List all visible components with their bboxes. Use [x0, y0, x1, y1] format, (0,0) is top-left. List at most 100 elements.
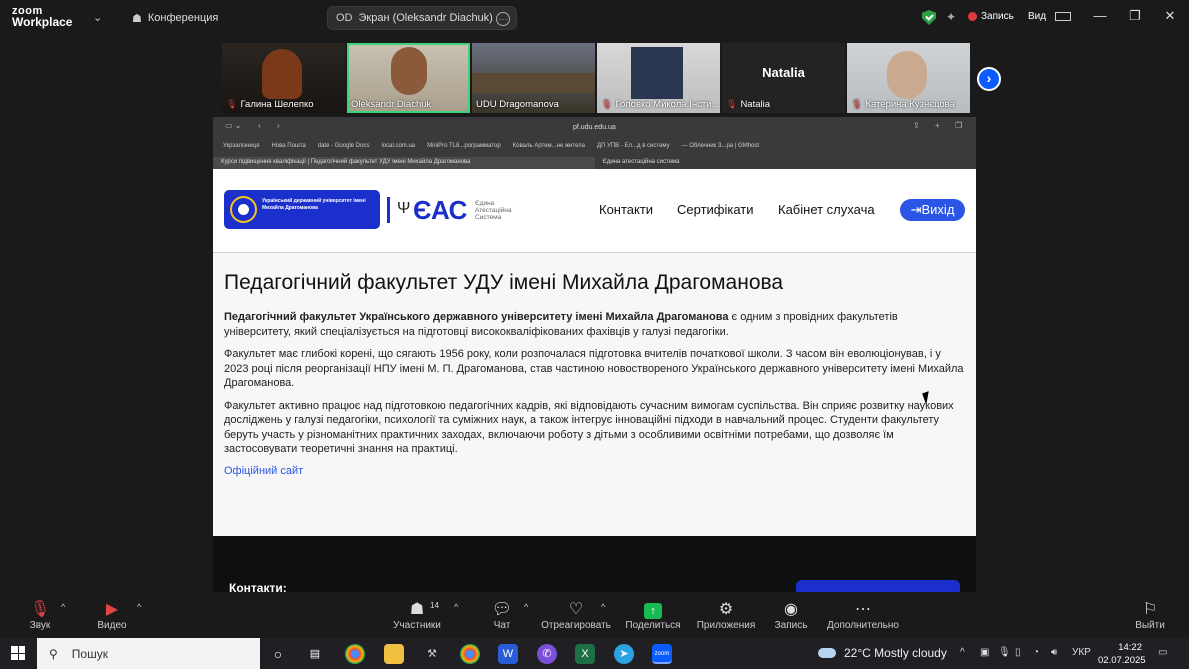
tray-app-icon[interactable]: ▣: [980, 647, 989, 658]
participant-tile-active-speaker[interactable]: Oleksandr Diachuk: [347, 43, 470, 113]
tray-chevron-icon[interactable]: ^: [960, 647, 965, 658]
share-icon[interactable]: ⇪: [913, 121, 920, 130]
bookmarks-bar: Укрзалізниця Нова Пошта date - Google Do…: [223, 143, 759, 149]
browser-toolbar: ▭ ⌄ ‹ › ⇪ + ❐ pf.udu.edu.ua Укрзалізниця…: [213, 117, 976, 169]
eas-logo[interactable]: ЄАС: [413, 195, 467, 226]
sidebar-icon[interactable]: ▭ ⌄: [225, 121, 241, 130]
leave-button[interactable]: ⚐ Выйти: [1125, 600, 1175, 631]
site-footer: Контакти:: [213, 536, 976, 592]
logout-button[interactable]: ⇥Вихід: [900, 199, 965, 221]
participant-label: 🎙︎ Галина Шелепко: [226, 99, 314, 110]
bookmark-item[interactable]: ДП УПВ - Ел...д в систему: [597, 143, 670, 149]
forward-icon[interactable]: ›: [277, 121, 280, 130]
taskbar-search[interactable]: ⚲ Пошук: [37, 638, 260, 669]
participant-tile[interactable]: 🎙︎ Головко Микола Інсти...: [597, 43, 720, 113]
official-site-link[interactable]: Офіційний сайт: [224, 465, 965, 477]
share-button[interactable]: ↑ Поделиться: [613, 600, 693, 631]
chat-button[interactable]: 💬︎ Чат: [477, 600, 527, 631]
restore-icon[interactable]: ❐: [1125, 8, 1145, 24]
weather-widget[interactable]: 22°C Mostly cloudy: [818, 646, 947, 660]
bookmark-item[interactable]: date - Google Docs: [318, 143, 370, 149]
bookmark-item[interactable]: local.com.ua: [381, 143, 415, 149]
tab-more-icon[interactable]: ···: [496, 12, 510, 26]
share-screen-icon: ↑: [644, 603, 662, 619]
back-icon[interactable]: ‹: [258, 121, 261, 130]
participant-name: Natalia: [740, 99, 771, 110]
react-label: Отреагировать: [541, 620, 611, 631]
record-button[interactable]: ◉ Запись: [766, 600, 816, 631]
more-button[interactable]: ⋯ Дополнительно: [818, 600, 908, 631]
zoom-taskbar-icon[interactable]: zoom: [652, 644, 672, 664]
windows-start-icon[interactable]: [11, 646, 25, 660]
logo-bottom-text: Workplace: [12, 15, 73, 29]
apps-label: Приложения: [696, 620, 756, 631]
muted-mic-icon: 🎙︎: [726, 99, 738, 109]
chat-icon: 💬︎: [491, 601, 513, 618]
apps-button[interactable]: ⚙︎ Приложения: [686, 600, 766, 631]
sound-options-caret-icon[interactable]: ^: [61, 602, 65, 612]
nav-contacts[interactable]: Контакти: [599, 202, 653, 217]
close-icon[interactable]: ✕: [1160, 8, 1180, 24]
sound-label: Звук: [29, 620, 51, 631]
video-button[interactable]: ▶︎ Видео: [87, 600, 137, 631]
participant-tile[interactable]: UDU Dragomanova: [472, 43, 595, 113]
tab-screen-share[interactable]: OD Экран (Oleksandr Diachuk): [327, 6, 517, 30]
logout-icon: ⇥: [910, 202, 922, 217]
bookmark-item[interactable]: Коваль Артем...не житела: [513, 143, 585, 149]
minimize-icon[interactable]: —: [1090, 8, 1110, 23]
video-options-caret-icon[interactable]: ^: [137, 602, 141, 612]
tabs-overview-icon[interactable]: ❐: [955, 121, 962, 130]
task-view-icon[interactable]: ○: [268, 644, 288, 664]
bookmark-item[interactable]: — Облечник З...ра | GMhost: [682, 143, 759, 149]
bookmark-item[interactable]: Нова Пошта: [271, 143, 305, 149]
muted-mic-icon: 🎙︎: [226, 99, 238, 109]
view-label: Вид: [1028, 11, 1047, 22]
participants-caret-icon[interactable]: ^: [454, 602, 458, 612]
udu-logo[interactable]: Український державний університет імені …: [224, 190, 380, 229]
participants-button[interactable]: ☗ Участники: [377, 600, 457, 631]
participant-name: Головко Микола Інсти...: [615, 99, 720, 110]
chevron-down-icon[interactable]: ⌄: [93, 11, 102, 24]
telegram-icon[interactable]: ➤: [614, 644, 634, 664]
notifications-icon[interactable]: ▭: [1158, 647, 1167, 658]
viber-icon[interactable]: ✆: [537, 644, 557, 664]
chrome-icon[interactable]: [345, 644, 365, 664]
taskbar-clock[interactable]: 14:22 02.07.2025: [1098, 641, 1146, 667]
browser-tab-active[interactable]: Курси підвищення кваліфікації | Педагогі…: [213, 157, 595, 169]
volume-icon[interactable]: 🔊︎: [1051, 647, 1057, 658]
tools-icon[interactable]: ⚒: [422, 644, 442, 664]
new-tab-icon[interactable]: +: [935, 121, 940, 130]
participant-video: [262, 49, 302, 99]
bookmark-item[interactable]: Укрзалізниця: [223, 143, 259, 149]
nav-student-cabinet[interactable]: Кабінет слухача: [778, 202, 875, 217]
participant-tile[interactable]: 🎙︎ Галина Шелепко: [222, 43, 345, 113]
sound-button[interactable]: 🎙︎ Звук: [15, 600, 65, 631]
react-caret-icon[interactable]: ^: [601, 602, 605, 612]
security-shield-icon[interactable]: [922, 10, 936, 25]
address-bar[interactable]: pf.udu.edu.ua: [573, 124, 616, 131]
view-button[interactable]: Вид: [1028, 11, 1071, 22]
footer-contacts-label: Контакти:: [229, 581, 287, 592]
tab-conference[interactable]: ☗ Конференция: [124, 6, 226, 30]
word-icon[interactable]: W: [498, 644, 518, 664]
chat-caret-icon[interactable]: ^: [524, 602, 528, 612]
recording-indicator[interactable]: Запись: [968, 11, 1014, 22]
wifi-icon[interactable]: ◔: [1033, 647, 1039, 658]
language-indicator[interactable]: УКР: [1072, 647, 1091, 658]
chrome-profile-icon[interactable]: [460, 644, 480, 664]
participant-tile[interactable]: Natalia 🎙︎ Natalia: [722, 43, 845, 113]
excel-icon[interactable]: X: [575, 644, 595, 664]
sparkle-icon[interactable]: ✦: [946, 10, 956, 24]
record-label: Запись: [981, 11, 1014, 22]
widgets-icon[interactable]: ▤: [305, 644, 325, 664]
browser-tab[interactable]: Єдина атестаційна система: [595, 157, 977, 169]
tray-mic-icon[interactable]: 🎙︎: [998, 647, 1011, 658]
next-participants-button[interactable]: ›: [977, 67, 1001, 91]
bookmark-item[interactable]: MiniPro TL8...рограмматор: [427, 143, 501, 149]
participant-label: 🎙︎ Natalia: [726, 99, 770, 110]
browser-tabs: Курси підвищення кваліфікації | Педагогі…: [213, 157, 976, 169]
nav-certificates[interactable]: Сертифікати: [677, 202, 754, 217]
file-explorer-icon[interactable]: [384, 644, 404, 664]
tray-device-icon[interactable]: ▯: [1015, 647, 1021, 658]
participant-tile[interactable]: 🎙︎ Катерина Кузнєцова: [847, 43, 970, 113]
